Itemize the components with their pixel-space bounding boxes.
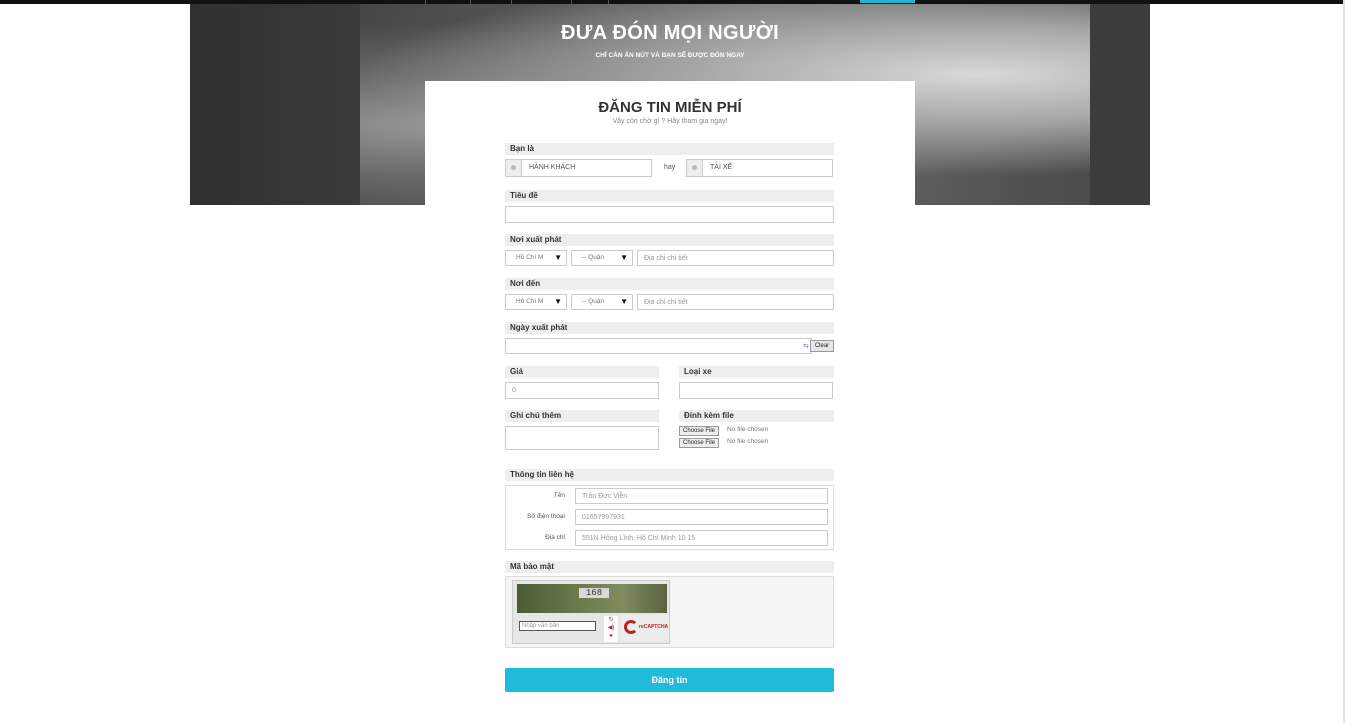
price-label: Giá (505, 366, 659, 378)
title-input[interactable] (505, 206, 834, 223)
choose-file-button[interactable]: Choose File (679, 426, 720, 436)
destination-district-value: -- Quận (582, 298, 605, 305)
radio-dot-icon (692, 165, 697, 170)
radio-driver-label: TÀI XẾ (710, 164, 733, 171)
destination-label: Nơi đến (505, 278, 834, 290)
date-label: Ngày xuất phát (505, 322, 834, 334)
calendar-icon[interactable]: ⇆ (803, 342, 809, 350)
recaptcha-brand: reCAPTCHA (639, 624, 669, 630)
origin-city-select[interactable]: Hồ Chí M ▼ (505, 250, 567, 266)
radio-dot-icon (511, 165, 516, 170)
captcha-input[interactable]: Nhập văn bản (519, 621, 596, 631)
date-input[interactable] (505, 338, 812, 354)
contact-address-input[interactable]: 551N Hồng Lĩnh, Hồ Chí Minh 10 15 (575, 530, 828, 546)
hero-subtitle: CHỈ CẦN ẤN NÚT VÀ BẠN SẼ ĐƯỢC ĐÓN NGAY (595, 52, 745, 59)
destination-city-select[interactable]: Hồ Chí M ▼ (505, 294, 567, 310)
contact-address-label: Địa chỉ (545, 534, 565, 541)
radio-passenger[interactable]: HÀNH KHÁCH (505, 159, 652, 177)
radio-passenger-label: HÀNH KHÁCH (529, 164, 576, 171)
destination-district-select[interactable]: -- Quận ▼ (571, 294, 633, 310)
dropdown-arrow-icon: ▼ (554, 253, 562, 262)
radio-driver[interactable]: TÀI XẾ (686, 159, 833, 177)
origin-label: Nơi xuất phát (505, 234, 834, 246)
recaptcha-icon (624, 620, 638, 634)
contact-label: Thông tin liên hệ (505, 469, 834, 481)
origin-address-input[interactable]: Địa chỉ chi tiết (637, 250, 834, 266)
destination-city-value: Hồ Chí M (516, 298, 544, 305)
refresh-icon[interactable]: ↻ (604, 616, 618, 624)
origin-city-value: Hồ Chí M (516, 254, 544, 261)
dropdown-arrow-icon: ▼ (554, 297, 562, 306)
file-status: No file chosen (727, 426, 769, 433)
title-label: Tiêu đề (505, 190, 834, 202)
destination-address-input[interactable]: Địa chỉ chi tiết (637, 294, 834, 310)
attach-label: Đính kèm file (679, 410, 834, 422)
contact-phone-input[interactable]: 01657997931 (575, 509, 828, 525)
or-text: hay (664, 164, 676, 171)
captcha-label: Mã bảo mật (505, 561, 834, 573)
audio-icon[interactable]: ◀) (604, 624, 618, 632)
captcha-controls: ↻ ◀) ● (604, 616, 618, 642)
role-label: Bạn là (505, 143, 834, 155)
dropdown-arrow-icon: ▼ (620, 297, 628, 306)
note-label: Ghi chú thêm (505, 410, 659, 422)
help-icon[interactable]: ● (604, 632, 618, 640)
vehicle-input[interactable] (679, 382, 833, 399)
origin-district-value: -- Quận (582, 254, 605, 261)
note-textarea[interactable] (505, 426, 659, 450)
dropdown-arrow-icon: ▼ (620, 253, 628, 262)
contact-name-label: Tên (553, 492, 565, 499)
origin-district-select[interactable]: -- Quận ▼ (571, 250, 633, 266)
vehicle-label: Loại xe (679, 366, 834, 378)
submit-button[interactable]: Đăng tin (505, 668, 834, 692)
captcha-image: 168 (517, 584, 667, 613)
price-input[interactable]: 0 (505, 382, 659, 399)
nav-active-indicator[interactable] (860, 0, 915, 3)
contact-phone-label: Số điện thoại (527, 513, 565, 520)
choose-file-button[interactable]: Choose File (679, 438, 720, 448)
form-title: ĐĂNG TIN MIỄN PHÍ (598, 99, 742, 116)
hero-title: ĐƯA ĐÓN MỌI NGƯỜI (561, 22, 779, 44)
clear-date-button[interactable]: Clear (810, 340, 834, 352)
contact-name-input[interactable]: Trần Đức Viễn (575, 488, 828, 504)
recaptcha-logo: reCAPTCHA (621, 615, 669, 641)
file-status: No file chosen (727, 438, 769, 445)
form-subtitle: Vậy còn chờ gì ? Hãy tham gia ngay! (612, 118, 728, 125)
captcha-image-text: 168 (579, 588, 609, 598)
